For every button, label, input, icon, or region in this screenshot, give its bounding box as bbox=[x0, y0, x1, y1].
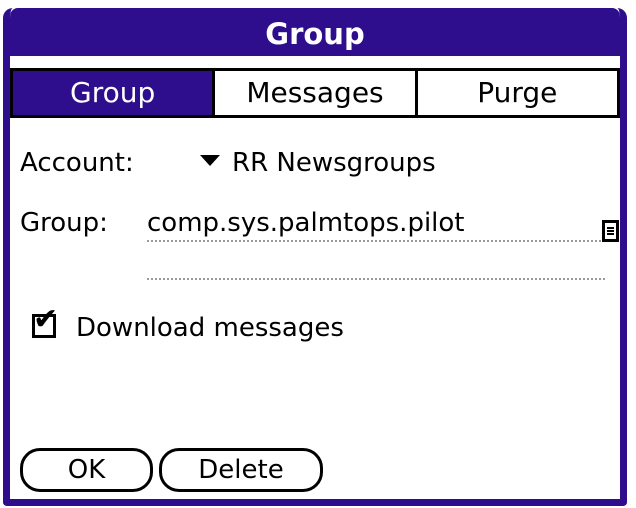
group-name-field[interactable]: comp.sys.palmtops.pilot bbox=[147, 208, 605, 242]
window-title: Group bbox=[10, 8, 620, 56]
tab-messages[interactable]: Messages bbox=[212, 71, 414, 115]
group-field-second-line[interactable] bbox=[147, 278, 605, 280]
account-value: RR Newsgroups bbox=[232, 148, 436, 178]
dialog-frame: Group Group Messages Purge Account: RR N… bbox=[0, 0, 636, 508]
note-icon[interactable] bbox=[602, 220, 619, 242]
account-row: Account: RR Newsgroups bbox=[20, 148, 436, 178]
tab-purge[interactable]: Purge bbox=[414, 71, 617, 115]
tab-group[interactable]: Group bbox=[13, 71, 213, 115]
download-messages-label: Download messages bbox=[76, 313, 344, 343]
tab-bar: Group Messages Purge bbox=[10, 68, 620, 118]
account-dropdown[interactable]: RR Newsgroups bbox=[200, 148, 436, 178]
checkbox-icon[interactable]: ✔ bbox=[32, 304, 58, 338]
group-form: Group Group Messages Purge Account: RR N… bbox=[3, 8, 627, 506]
download-messages-checkbox[interactable]: ✔ Download messages bbox=[32, 304, 344, 343]
triangle-down-icon bbox=[200, 155, 220, 166]
group-label: Group: bbox=[20, 208, 108, 238]
group-row: Group: comp.sys.palmtops.pilot bbox=[20, 208, 605, 242]
checkmark-icon: ✔ bbox=[33, 301, 59, 337]
account-label: Account: bbox=[20, 148, 134, 178]
ok-button[interactable]: OK bbox=[20, 448, 153, 492]
delete-button[interactable]: Delete bbox=[159, 448, 323, 492]
